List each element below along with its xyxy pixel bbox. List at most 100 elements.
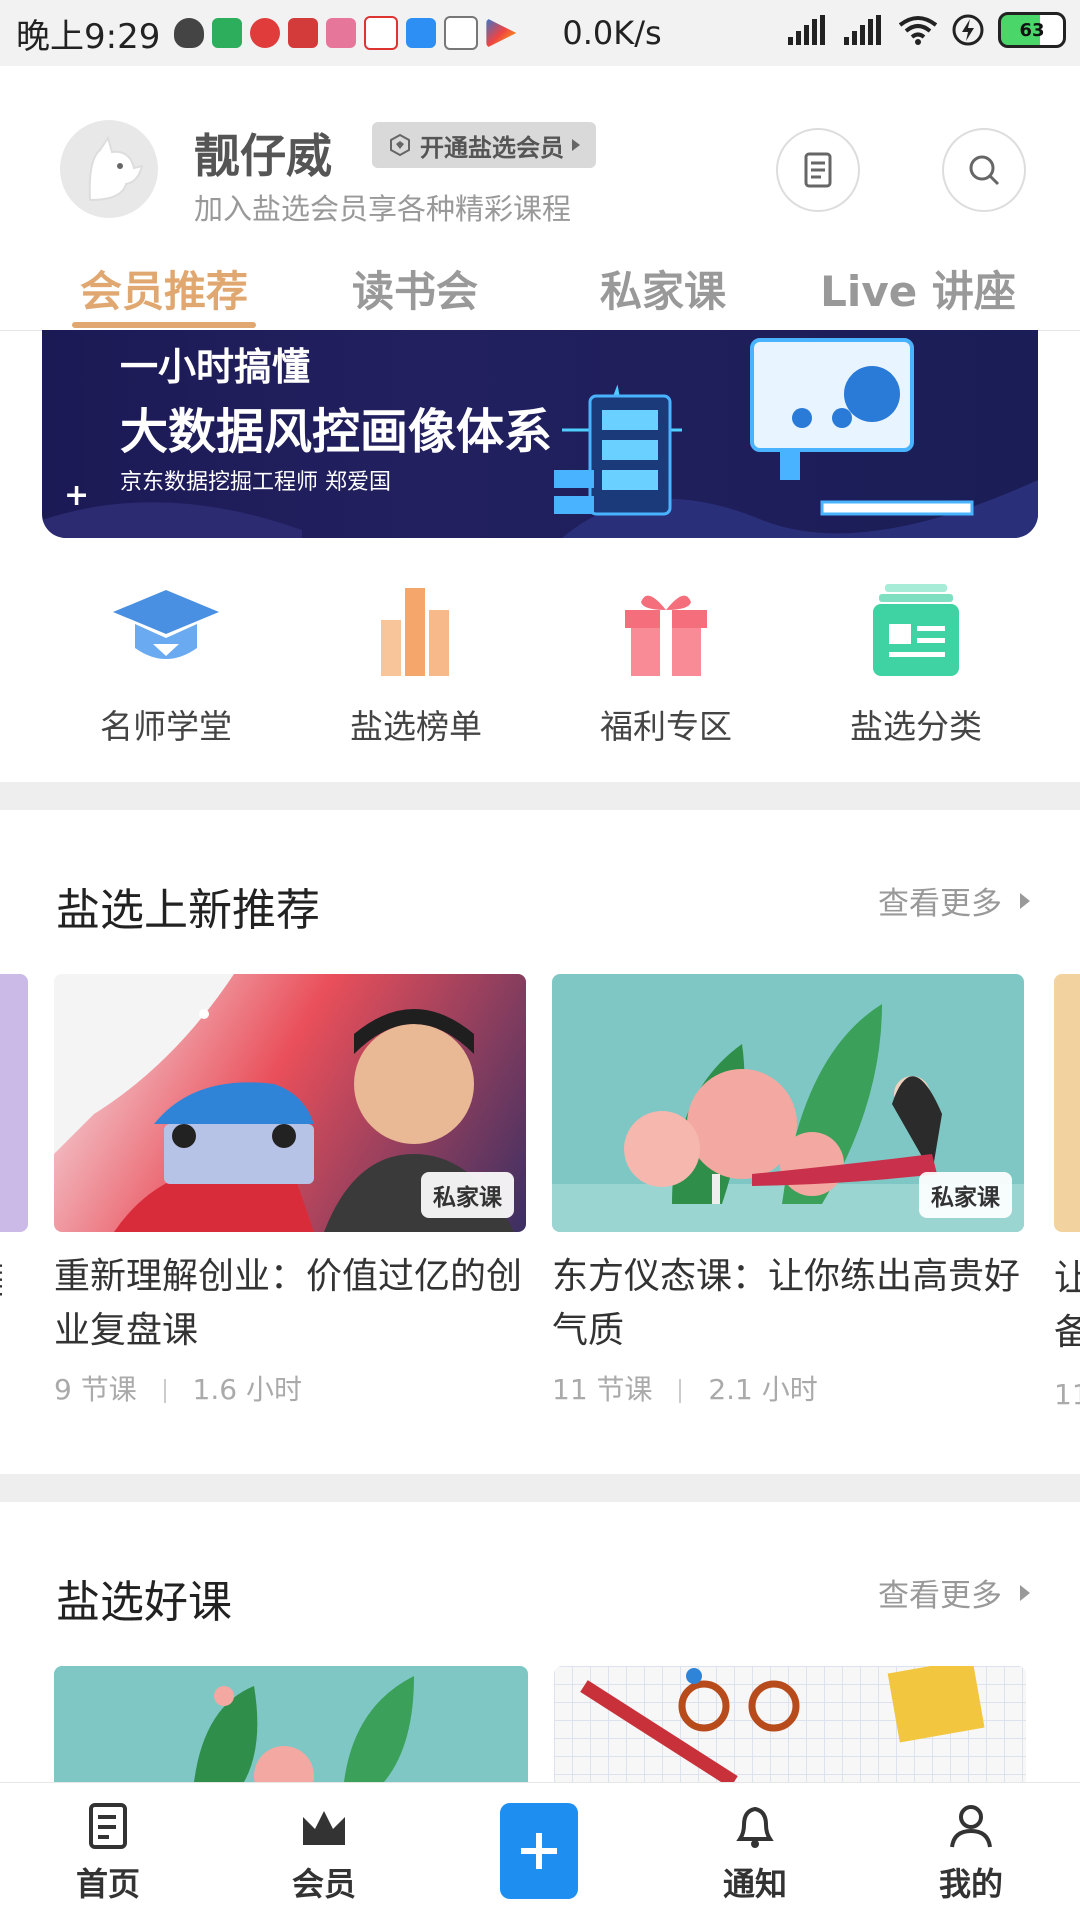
kitchen-app-icon <box>364 16 399 50</box>
see-more-good[interactable]: 查看更多 <box>878 1570 1030 1615</box>
avatar[interactable] <box>60 120 158 218</box>
signal-icon-2 <box>844 15 881 45</box>
nav-label: 首页 <box>75 1865 140 1903</box>
nav-profile[interactable]: 我的 <box>906 1801 1036 1905</box>
section-title-good: 盐选好课 <box>56 1577 232 1628</box>
search-icon <box>969 155 1000 186</box>
battery-level: 63 <box>1019 19 1045 41</box>
section-divider <box>0 1474 1080 1502</box>
tab-private-course[interactable]: 私家课 <box>578 258 748 330</box>
quick-entry-label: 名师学堂 <box>100 707 232 746</box>
tab-label: 私家课 <box>599 267 726 316</box>
carousel-peek-left[interactable] <box>0 974 28 1232</box>
crown-icon <box>303 1811 345 1845</box>
peek-right-title: 让 备 <box>1054 1252 1080 1360</box>
course-badge: 私家课 <box>421 1172 514 1218</box>
create-button[interactable] <box>500 1803 578 1899</box>
tab-member-recommend[interactable]: 会员推荐 <box>72 258 256 330</box>
browser-icon <box>406 18 437 48</box>
username[interactable]: 靓仔威 <box>194 120 332 186</box>
meta-divider <box>679 1379 682 1403</box>
course-cover-illustration <box>194 1676 414 1782</box>
screen-cast-icon <box>288 18 319 48</box>
lesson-count: 9 节课 <box>54 1373 137 1406</box>
course-title: 重新理解创业：价值过亿的创业复盘课 <box>54 1256 523 1351</box>
course-card[interactable]: 私家课 重新理解创业：价值过亿的创业复盘课 9 节课 1.6 小时 <box>54 974 526 1408</box>
quick-entry-famous-teachers[interactable]: 名师学堂 <box>66 580 266 748</box>
status-time: 晚上9:29 <box>16 16 161 57</box>
course-meta: 9 节课 1.6 小时 <box>54 1368 526 1408</box>
banner-line2: 大数据风控画像体系 <box>120 404 553 460</box>
tab-label: 读书会 <box>351 267 478 316</box>
chevron-right-icon <box>572 139 580 151</box>
see-more-label: 查看更多 <box>878 1578 1002 1614</box>
battery-indicator: 63 <box>998 12 1066 48</box>
carousel-peek-right[interactable] <box>1054 974 1080 1232</box>
plus-icon <box>521 1833 557 1869</box>
bell-icon <box>736 1806 774 1848</box>
course-card-thumbnail[interactable] <box>554 1666 1026 1782</box>
quick-entry-categories[interactable]: 盐选分类 <box>816 580 1016 748</box>
section-divider <box>0 782 1080 810</box>
see-more-new[interactable]: 查看更多 <box>878 878 1030 923</box>
quick-entry-rankings[interactable]: 盐选榜单 <box>316 580 516 748</box>
quick-entry-label: 盐选榜单 <box>350 707 482 746</box>
charging-icon <box>952 14 984 46</box>
category-tabs: 会员推荐 读书会 私家课 Live 讲座 <box>0 258 1080 331</box>
header-subtitle: 加入盐选会员享各种精彩课程 <box>194 192 572 226</box>
gift-icon <box>625 595 707 676</box>
course-card-thumbnail[interactable] <box>54 1666 528 1782</box>
chevron-right-icon <box>1020 1584 1030 1601</box>
open-vip-button[interactable]: 开通盐选会员 <box>372 122 596 168</box>
nav-notifications[interactable]: 通知 <box>690 1801 820 1905</box>
dog-avatar-icon <box>88 135 144 202</box>
netease-music-icon <box>250 18 281 48</box>
nav-home[interactable]: 首页 <box>43 1801 173 1905</box>
course-meta: 11 节课 2.1 小时 <box>552 1368 1024 1408</box>
course-thumbnail: 私家课 <box>54 974 526 1232</box>
search-button[interactable] <box>942 128 1026 212</box>
lesson-count: 11 节课 <box>552 1373 653 1406</box>
peek-left-title: 鲤 <box>0 1252 2 1304</box>
app-green-icon <box>212 18 243 48</box>
nav-label: 会员 <box>291 1865 356 1903</box>
banner-line1: 一小时搞懂 <box>120 345 311 389</box>
play-store-icon <box>486 18 517 48</box>
see-more-label: 查看更多 <box>878 886 1002 922</box>
person-icon <box>950 1805 992 1848</box>
shield-icon <box>174 18 205 48</box>
tab-live-lecture[interactable]: Live 讲座 <box>818 258 1018 330</box>
peek-right-meta: 11 <box>1054 1378 1080 1411</box>
nav-label: 我的 <box>938 1865 1003 1903</box>
nav-member[interactable]: 会员 <box>259 1801 389 1905</box>
open-vip-label: 开通盐选会员 <box>420 133 564 162</box>
quick-entries: 名师学堂 盐选榜单 福利专区 盐选分类 <box>0 580 1080 780</box>
tab-reading-club[interactable]: 读书会 <box>330 258 500 330</box>
banner-plus: + <box>64 478 90 513</box>
peek-title-line: 备 <box>1054 1312 1080 1353</box>
course-badge: 私家课 <box>919 1172 1012 1218</box>
section-title-new: 盐选上新推荐 <box>56 885 320 936</box>
graduation-cap-icon <box>113 590 219 659</box>
list-button[interactable] <box>776 128 860 212</box>
course-card[interactable]: 私家课 东方仪态课：让你练出高贵好气质 11 节课 2.1 小时 <box>552 974 1024 1408</box>
wifi-icon <box>898 16 938 45</box>
bottom-navigation: 首页 会员 通知 我的 <box>0 1782 1080 1921</box>
course-cover-illustration <box>580 1666 985 1782</box>
status-right: 63 <box>786 12 1066 48</box>
bilibili-icon <box>326 18 357 48</box>
bar-chart-icon <box>381 588 449 676</box>
course-thumbnail: 私家课 <box>552 974 1024 1232</box>
course-duration: 1.6 小时 <box>192 1373 302 1406</box>
category-card-icon <box>873 584 959 676</box>
tab-label: Live 讲座 <box>820 267 1016 316</box>
chevron-right-icon <box>1020 892 1030 909</box>
vip-badge-icon <box>390 133 410 157</box>
file-icon <box>444 16 479 50</box>
course-title: 东方仪态课：让你练出高贵好气质 <box>552 1256 1021 1351</box>
promo-banner[interactable]: 一小时搞懂 大数据风控画像体系 京东数据挖掘工程师 郑爱国 + <box>42 330 1038 538</box>
quick-entry-label: 盐选分类 <box>850 707 982 746</box>
quick-entry-welfare[interactable]: 福利专区 <box>566 580 766 748</box>
tab-label: 会员推荐 <box>79 267 248 316</box>
nav-label: 通知 <box>722 1865 787 1903</box>
